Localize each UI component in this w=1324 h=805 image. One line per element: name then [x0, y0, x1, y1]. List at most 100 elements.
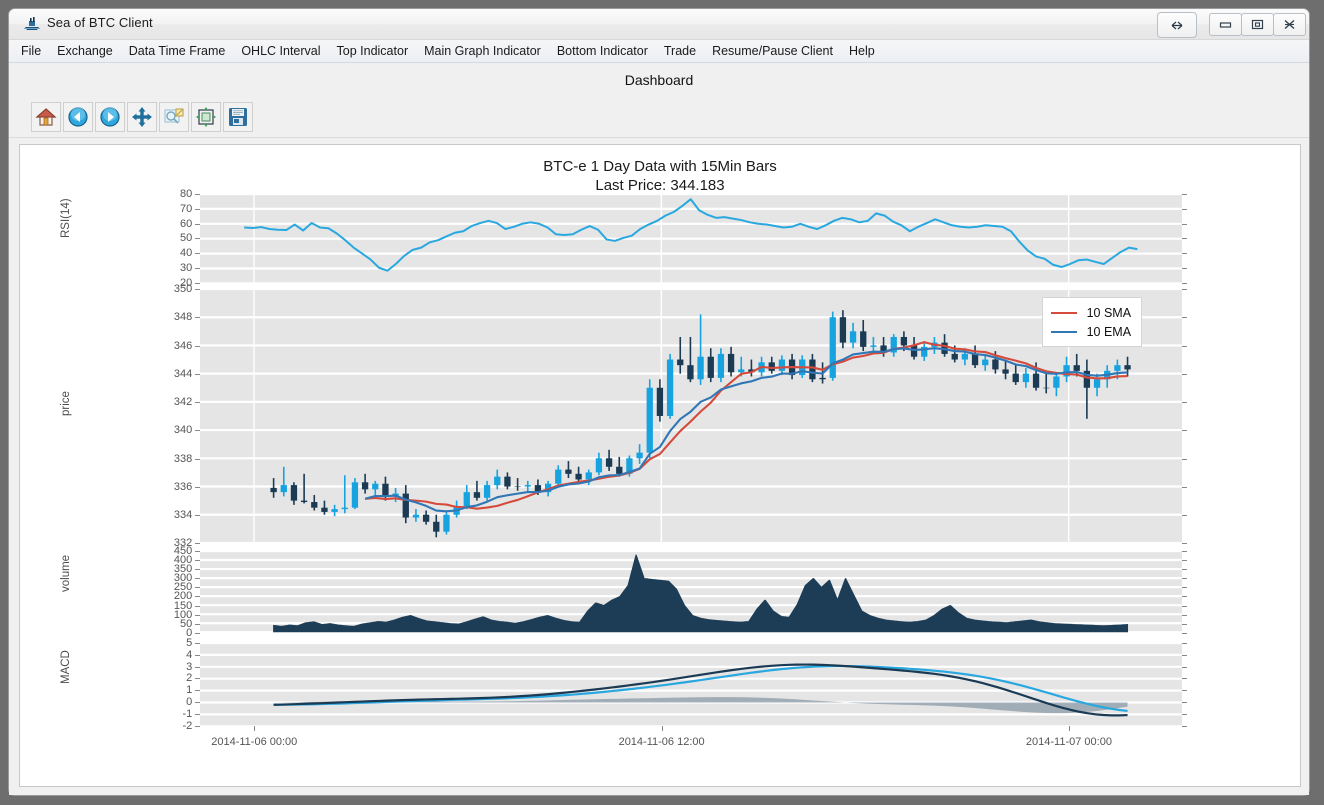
axis-tick-mark — [1182, 596, 1187, 597]
axis-tick-mark — [195, 268, 200, 269]
menu-item-help[interactable]: Help — [841, 42, 883, 60]
menu-item-main-graph-indicator[interactable]: Main Graph Indicator — [416, 42, 549, 60]
y-tick-label: -2 — [183, 721, 193, 731]
axis-tick-mark — [195, 702, 200, 703]
axis-tick-mark — [195, 615, 200, 616]
menu-item-exchange[interactable]: Exchange — [49, 42, 121, 60]
menu-item-ohlc-interval[interactable]: OHLC Interval — [233, 42, 328, 60]
axis-tick-mark — [195, 587, 200, 588]
price-panel[interactable] — [200, 289, 1182, 543]
save-disk-icon[interactable] — [223, 102, 253, 132]
axis-tick-mark — [195, 714, 200, 715]
axis-tick-mark — [1182, 283, 1187, 284]
axis-tick-mark — [195, 690, 200, 691]
home-icon[interactable] — [31, 102, 61, 132]
axis-tick-mark — [1182, 667, 1187, 668]
axis-tick-mark — [1182, 209, 1187, 210]
page-title: Dashboard — [625, 72, 694, 88]
y-tick-label: 5 — [186, 638, 192, 648]
axis-tick-mark — [195, 289, 200, 290]
axis-tick-mark — [195, 633, 200, 634]
subplot-config-icon[interactable] — [191, 102, 221, 132]
x-tick-label: 2014-11-07 00:00 — [1026, 736, 1112, 748]
menu-bar: File Exchange Data Time Frame OHLC Inter… — [9, 40, 1309, 63]
figure-subtitle-last-price: Last Price: 344.183 — [20, 176, 1300, 195]
chart-legend: 10 SMA 10 EMA — [1042, 297, 1142, 347]
close-button[interactable] — [1273, 13, 1306, 36]
application-window: Sea of BTC Client File Exchange Data Tim… — [8, 8, 1310, 796]
legend-swatch-sma — [1051, 312, 1077, 314]
axis-tick-mark — [195, 317, 200, 318]
axis-tick-mark — [1182, 430, 1187, 431]
y-tick-label: 338 — [174, 454, 192, 464]
axis-tick-mark — [1182, 374, 1187, 375]
x-tick-label: 2014-11-06 12:00 — [619, 736, 705, 748]
zoom-rect-icon[interactable] — [159, 102, 189, 132]
figure-canvas-area: BTC-e 1 Day Data with 15Min Bars Last Pr… — [9, 138, 1309, 795]
macd-plot — [200, 643, 1182, 726]
y-tick-label: 334 — [174, 510, 192, 520]
y-tick-label: 450 — [174, 546, 192, 556]
y-tick-label: 2 — [186, 673, 192, 683]
y-tick-label: 342 — [174, 397, 192, 407]
maximize-button[interactable] — [1241, 13, 1274, 36]
x-axis-tick-mark — [662, 726, 663, 731]
axis-tick-mark — [1182, 402, 1187, 403]
y-tick-label: 346 — [174, 341, 192, 351]
y-tick-label: 344 — [174, 369, 192, 379]
axis-tick-mark — [1182, 726, 1187, 727]
axis-tick-mark — [195, 569, 200, 570]
forward-arrow-icon[interactable] — [95, 102, 125, 132]
axis-tick-mark — [1182, 624, 1187, 625]
legend-entry-sma: 10 SMA — [1051, 303, 1131, 322]
resize-button[interactable] — [1157, 12, 1197, 38]
axis-tick-mark — [1182, 587, 1187, 588]
legend-swatch-ema — [1051, 331, 1077, 333]
axis-tick-mark — [195, 643, 200, 644]
axis-tick-mark — [1182, 346, 1187, 347]
minimize-button[interactable] — [1209, 13, 1242, 36]
axis-tick-mark — [1182, 655, 1187, 656]
menu-item-bottom-indicator[interactable]: Bottom Indicator — [549, 42, 656, 60]
axis-tick-mark — [195, 578, 200, 579]
menu-item-top-indicator[interactable]: Top Indicator — [329, 42, 417, 60]
menu-item-data-time-frame[interactable]: Data Time Frame — [121, 42, 234, 60]
axis-tick-mark — [1182, 615, 1187, 616]
axis-tick-mark — [1182, 253, 1187, 254]
axis-tick-mark — [195, 551, 200, 552]
pan-move-icon[interactable] — [127, 102, 157, 132]
axis-tick-mark — [1182, 224, 1187, 225]
back-arrow-icon[interactable] — [63, 102, 93, 132]
y-tick-label: 336 — [174, 482, 192, 492]
ship-icon — [23, 16, 41, 32]
candlestick-plot — [200, 289, 1182, 543]
axis-tick-mark — [1182, 714, 1187, 715]
menu-item-resume-pause-client[interactable]: Resume/Pause Client — [704, 42, 841, 60]
menu-item-file[interactable]: File — [13, 42, 49, 60]
axis-tick-mark — [195, 726, 200, 727]
axis-tick-mark — [1182, 194, 1187, 195]
axis-tick-mark — [195, 238, 200, 239]
axis-tick-mark — [195, 430, 200, 431]
y-tick-label: 348 — [174, 312, 192, 322]
menu-item-trade[interactable]: Trade — [656, 42, 704, 60]
y-tick-label: 4 — [186, 650, 192, 660]
y-tick-label: 3 — [186, 662, 192, 672]
axis-tick-mark — [1182, 487, 1187, 488]
axis-tick-mark — [1182, 289, 1187, 290]
legend-label-ema: 10 EMA — [1087, 325, 1131, 339]
matplotlib-figure[interactable]: BTC-e 1 Day Data with 15Min Bars Last Pr… — [19, 144, 1301, 787]
y-tick-label: 80 — [180, 189, 192, 199]
axis-tick-mark — [195, 678, 200, 679]
axis-tick-mark — [195, 667, 200, 668]
rsi-panel[interactable] — [200, 194, 1182, 283]
y-tick-label: 350 — [174, 284, 192, 294]
axis-tick-mark — [1182, 643, 1187, 644]
axis-tick-mark — [1182, 633, 1187, 634]
axis-tick-mark — [1182, 543, 1187, 544]
volume-panel[interactable] — [200, 551, 1182, 632]
x-axis-tick-mark — [254, 726, 255, 731]
macd-panel[interactable] — [200, 643, 1182, 726]
title-bar: Sea of BTC Client — [9, 9, 1309, 40]
axis-tick-mark — [195, 543, 200, 544]
